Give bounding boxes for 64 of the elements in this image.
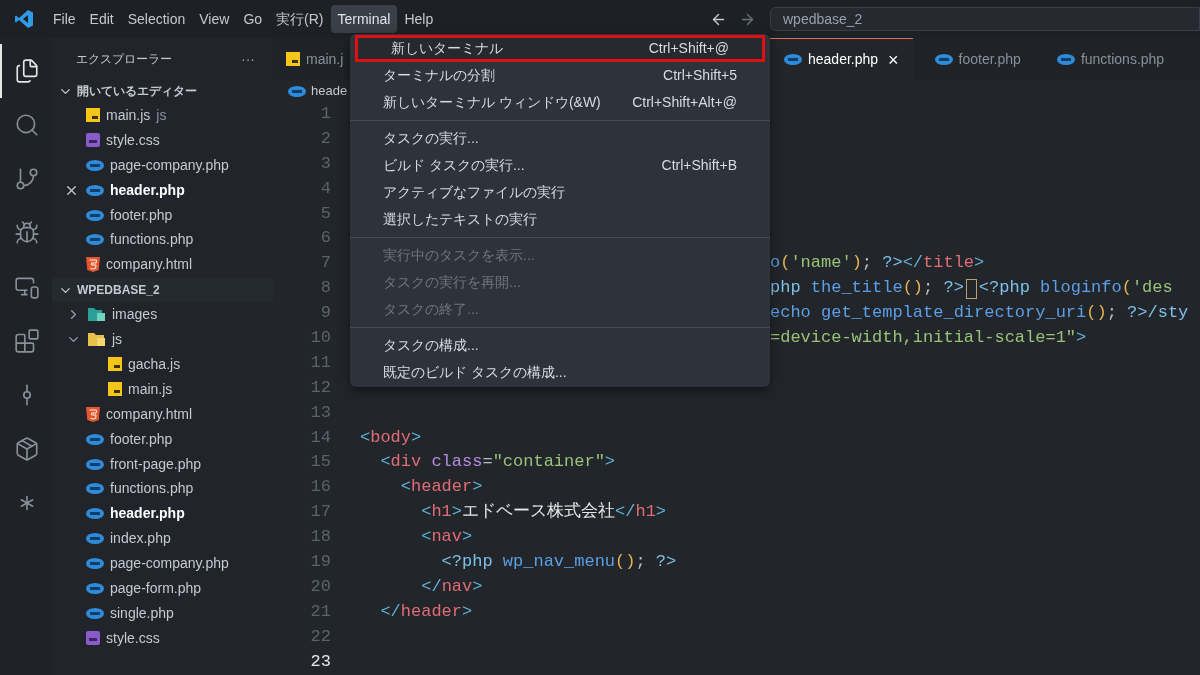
line-number: 20 — [310, 575, 331, 598]
file-hint: js — [156, 105, 167, 125]
file-name: style.css — [106, 628, 160, 648]
line-number: 3 — [320, 152, 331, 175]
file-name: main.js — [106, 105, 151, 125]
line-number: 7 — [320, 252, 331, 275]
file-name: company.html — [106, 255, 193, 275]
file-name: footer.php — [110, 429, 173, 449]
line-number: 15 — [310, 451, 331, 474]
line-number: 4 — [320, 177, 331, 200]
code-line: <body> — [360, 426, 422, 449]
code-line: <nav> — [420, 526, 473, 549]
line-number: 14 — [310, 426, 331, 449]
file-name: header.php — [110, 504, 185, 524]
code-line: </header> — [379, 600, 473, 623]
line-number: 16 — [310, 476, 331, 499]
line-number: 11 — [310, 351, 331, 374]
line-number: 9 — [320, 302, 331, 325]
code-line: =device-width,initial-scale=1"> — [770, 327, 1087, 349]
code-line: echo get_template_directory_uri(); ?>/sty — [770, 302, 1189, 325]
code-line: php the_title(); ?> <?php bloginfo('des — [770, 277, 1173, 301]
line-number: 23 — [310, 650, 331, 673]
line-number: 8 — [320, 277, 331, 300]
code-line: </nav> — [420, 575, 483, 598]
line-number: 13 — [310, 401, 331, 424]
sidebar-title: エクスプローラー — [76, 51, 172, 68]
file-name: page-form.php — [110, 578, 202, 598]
tab-label: functions.php — [1080, 49, 1165, 69]
file-name: js — [112, 330, 123, 350]
file-name: page-company.php — [110, 155, 229, 175]
file-name: functions.php — [110, 479, 194, 499]
line-number: 12 — [310, 376, 331, 399]
line-number: 10 — [310, 327, 331, 349]
code-line: <h1>エドベース株式会社</h1> — [420, 501, 667, 524]
file-name: main.js — [128, 379, 173, 399]
file-name: page-company.php — [110, 554, 229, 574]
file-name: gacha.js — [128, 354, 181, 374]
file-name: single.php — [110, 603, 174, 623]
code-line: <header> — [399, 476, 483, 499]
tab-label: main.j — [306, 49, 344, 69]
file-name: style.css — [106, 130, 160, 150]
file-name: header.php — [110, 180, 185, 200]
file-name: front-page.php — [110, 454, 202, 474]
file-name: footer.php — [110, 205, 173, 225]
line-number: 21 — [310, 600, 331, 623]
file-name: company.html — [106, 404, 193, 424]
file-name: images — [112, 305, 158, 325]
line-number: 2 — [320, 127, 331, 150]
line-number: 5 — [320, 202, 331, 225]
code-line: <div class="container"> — [379, 451, 616, 474]
line-number: 17 — [310, 501, 331, 524]
file-name: index.php — [110, 529, 171, 549]
section-label: 開いているエディター — [77, 83, 197, 100]
section-label: WPEDBASE_2 — [77, 282, 160, 300]
line-number: 18 — [310, 526, 331, 549]
code-line: <?php wp_nav_menu(); ?> — [440, 551, 677, 574]
file-name: functions.php — [110, 230, 194, 250]
tab-label: header.php — [808, 50, 879, 69]
code-line: o('name'); ?></title> — [770, 252, 985, 275]
line-number: 6 — [320, 227, 331, 250]
line-number: 19 — [310, 551, 331, 574]
line-number: 1 — [320, 103, 331, 125]
line-number: 22 — [310, 625, 331, 648]
tab-label: footer.php — [958, 49, 1021, 69]
